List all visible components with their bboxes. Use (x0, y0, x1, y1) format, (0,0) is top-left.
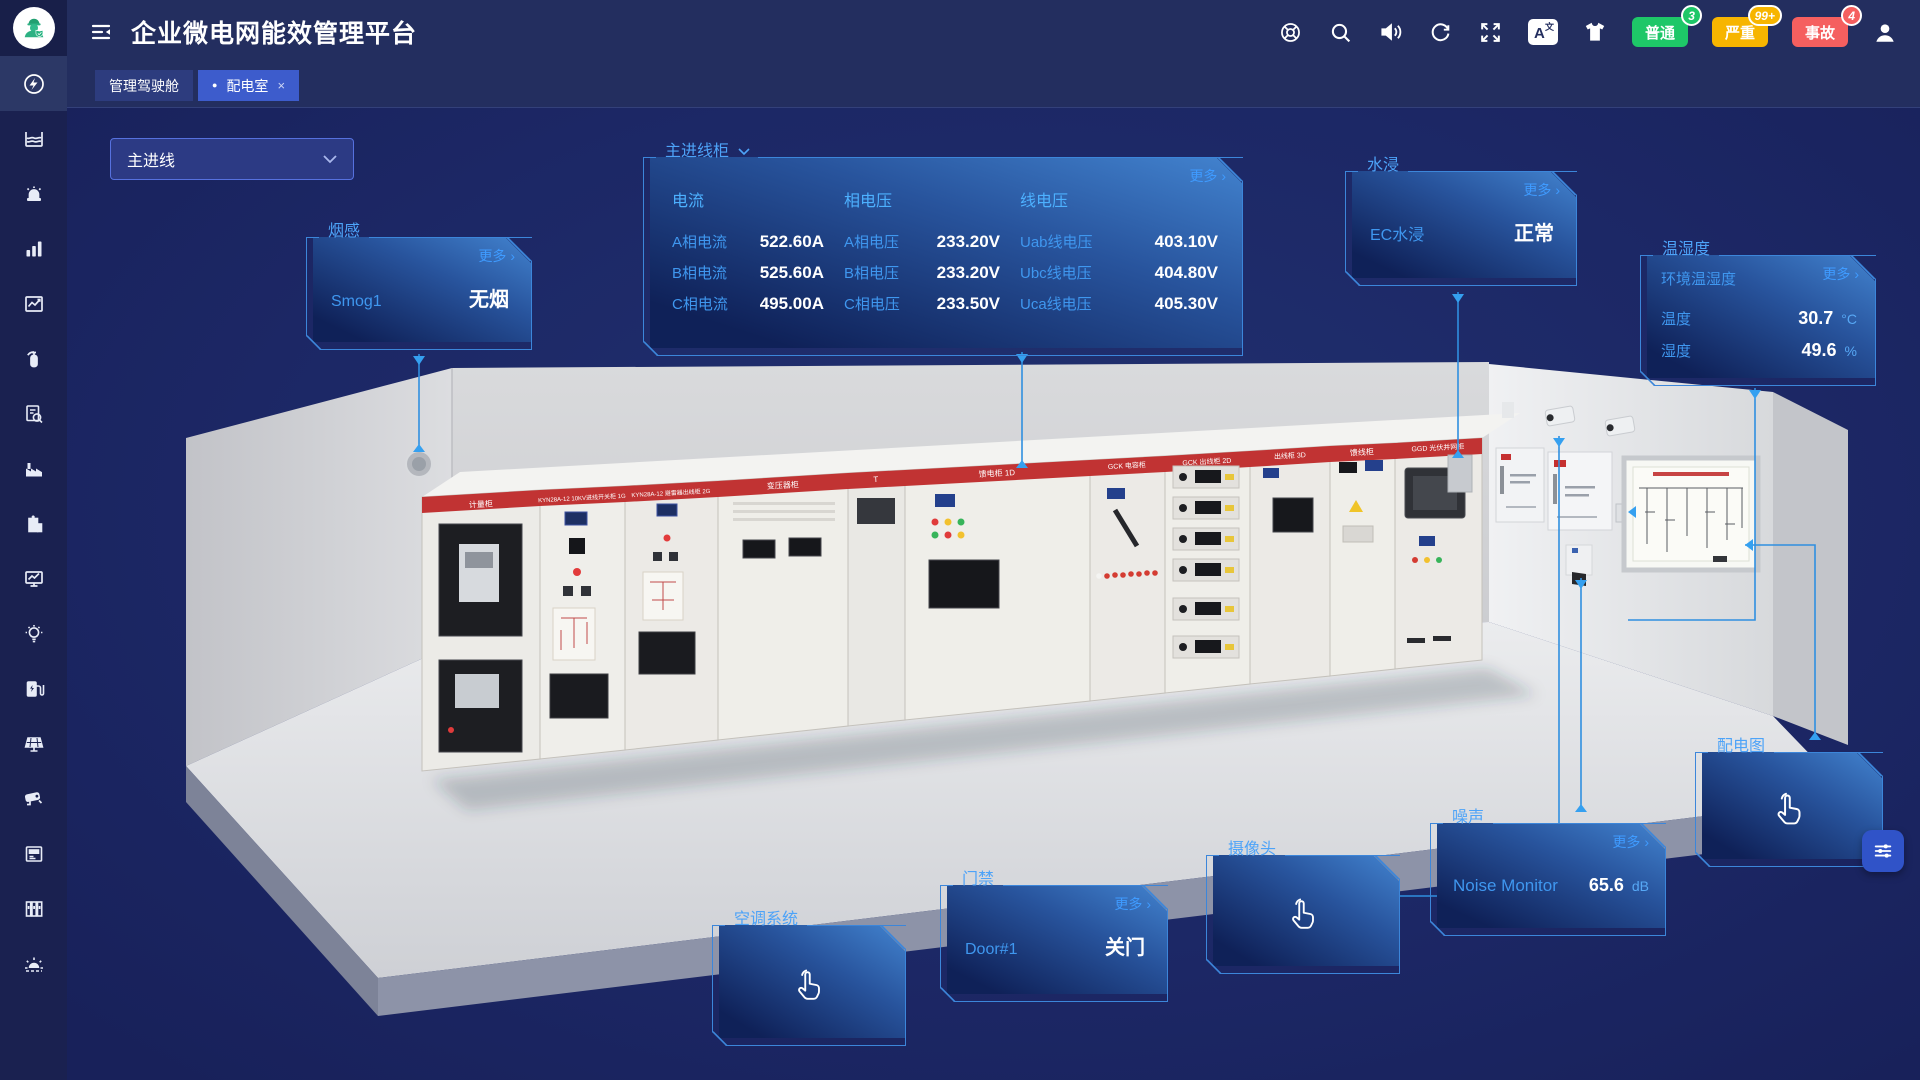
layer-control-button[interactable] (1862, 830, 1904, 872)
badge-count: 99+ (1748, 5, 1782, 26)
badge-label: 事故 (1805, 22, 1835, 43)
sidebar-item-energy-bolt[interactable] (0, 56, 67, 111)
column-header: 电流 (672, 187, 824, 211)
panel-noise: 噪声 更多 › Noise Monitor 65.6dB (1430, 806, 1666, 936)
user-avatar-icon[interactable] (1872, 19, 1898, 45)
line-selector-value: 主进线 (127, 147, 175, 171)
app-logo (0, 0, 67, 56)
menu-collapse-icon[interactable] (89, 20, 113, 44)
sidebar-item-monitor-chart[interactable] (0, 551, 67, 606)
sidebar-item-sunrise[interactable] (0, 936, 67, 991)
column-header: 线电压 (1020, 187, 1218, 211)
sidebar (0, 0, 67, 1080)
panel-distribution-diagram[interactable]: 配电图 (1695, 735, 1883, 867)
sidebar-nav (0, 56, 67, 991)
refresh-icon[interactable] (1428, 19, 1454, 45)
sidebar-item-fire-extinguisher[interactable] (0, 331, 67, 386)
translate-icon[interactable]: A文 (1528, 19, 1558, 45)
fullscreen-icon[interactable] (1478, 19, 1504, 45)
worker-logo-icon (13, 7, 55, 49)
line-selector-dropdown[interactable]: 主进线 (110, 138, 354, 180)
sidebar-item-bar-chart[interactable] (0, 221, 67, 276)
badge-label: 严重 (1725, 22, 1755, 43)
page-title: 企业微电网能效管理平台 (131, 14, 417, 50)
click-hand-icon (1283, 894, 1323, 934)
panel-hvac[interactable]: 空调系统 (712, 908, 906, 1046)
panel-title: 摄像头 (1219, 840, 1285, 860)
more-link[interactable]: 更多 › (1114, 894, 1151, 914)
chevron-down-icon (323, 155, 337, 164)
more-link[interactable]: 更多 › (478, 246, 515, 266)
panel-title: 水浸 (1358, 156, 1408, 176)
panel-water: 水浸 更多 › EC水浸正常 (1345, 154, 1577, 286)
alarm-badge-severe[interactable]: 严重 99+ (1712, 17, 1768, 47)
sidebar-item-cctv-camera[interactable] (0, 771, 67, 826)
sensor-row: 温度 30.7°C (1661, 308, 1857, 329)
badge-count: 4 (1841, 5, 1862, 26)
panel-title: 噪声 (1443, 808, 1493, 828)
more-link[interactable]: 更多 › (1822, 264, 1859, 284)
panel-title: 温湿度 (1653, 240, 1719, 260)
sidebar-item-light-bulb[interactable] (0, 606, 67, 661)
click-hand-icon (789, 965, 829, 1005)
more-link[interactable]: 更多 › (1523, 180, 1560, 200)
sensor-row: EC水浸正常 (1370, 217, 1554, 246)
help-lifebuoy-icon[interactable] (1278, 19, 1304, 45)
sensor-row: Smog1无烟 (331, 283, 509, 312)
more-link[interactable]: 更多 › (1612, 832, 1649, 852)
tabbar: 管理驾驶舱 ● 配电室 × (67, 64, 1920, 108)
chevron-down-icon[interactable] (738, 148, 750, 156)
header: 企业微电网能效管理平台 A文 普通 3 (67, 0, 1920, 64)
badge-count: 3 (1681, 5, 1702, 26)
sidebar-item-factory[interactable] (0, 441, 67, 496)
sliders-icon (1872, 840, 1894, 862)
sensor-row: Door#1关门 (965, 931, 1145, 960)
sidebar-item-meter-panel[interactable] (0, 826, 67, 881)
header-actions: A文 普通 3 严重 99+ 事故 4 (1278, 17, 1920, 47)
panel-door: 门禁 更多 › Door#1关门 (940, 868, 1168, 1002)
sidebar-item-alarm-siren[interactable] (0, 166, 67, 221)
sidebar-item-ev-charger[interactable] (0, 661, 67, 716)
app-window: 企业微电网能效管理平台 A文 普通 3 (0, 0, 1920, 1080)
panel-title: 主进线柜 (656, 142, 738, 162)
click-hand-icon (1768, 788, 1810, 830)
alarm-badge-accident[interactable]: 事故 4 (1792, 17, 1848, 47)
panel-camera[interactable]: 摄像头 (1206, 838, 1400, 974)
sidebar-item-wave-monitor[interactable] (0, 111, 67, 166)
sensor-row: Noise Monitor 65.6dB (1453, 875, 1649, 896)
volume-icon[interactable] (1378, 19, 1404, 45)
panel-smoke: 烟感 更多 › Smog1无烟 (306, 220, 532, 350)
sidebar-item-inspection-card[interactable] (0, 386, 67, 441)
theme-shirt-icon[interactable] (1582, 19, 1608, 45)
tab-power-room[interactable]: ● 配电室 × (198, 70, 299, 101)
alarm-badge-normal[interactable]: 普通 3 (1632, 17, 1688, 47)
sidebar-item-archive-binders[interactable] (0, 881, 67, 936)
sidebar-item-line-chart[interactable] (0, 276, 67, 331)
panel-main-cabinet: 主进线柜 更多 › 电流 A相电流522.60A B相电流525.60A C相电… (643, 140, 1243, 356)
tab-close-icon[interactable]: × (277, 78, 285, 93)
panel-title: 配电图 (1708, 737, 1774, 757)
sensor-row: 湿度 49.6% (1661, 340, 1857, 361)
panel-title: 空调系统 (725, 910, 807, 930)
search-icon[interactable] (1328, 19, 1354, 45)
sidebar-item-solar-panel[interactable] (0, 716, 67, 771)
tab-dashboard[interactable]: 管理驾驶舱 (95, 70, 193, 101)
active-dot-icon: ● (212, 81, 217, 90)
panel-title: 门禁 (953, 870, 1003, 890)
column-header: 相电压 (844, 187, 1000, 211)
badge-label: 普通 (1645, 22, 1675, 43)
scene-canvas[interactable]: 计量柜 KYN28A-12 10KV进线开关柜 1G KYN28A-12 避雷器… (67, 108, 1920, 1080)
panel-title: 烟感 (319, 222, 369, 242)
more-link[interactable]: 更多 › (1189, 166, 1226, 186)
panel-temp-humidity: 温湿度 更多 › 环境温湿度 温度 30.7°C 湿度 49.6% (1640, 238, 1876, 386)
sidebar-item-hospital-building[interactable] (0, 496, 67, 551)
